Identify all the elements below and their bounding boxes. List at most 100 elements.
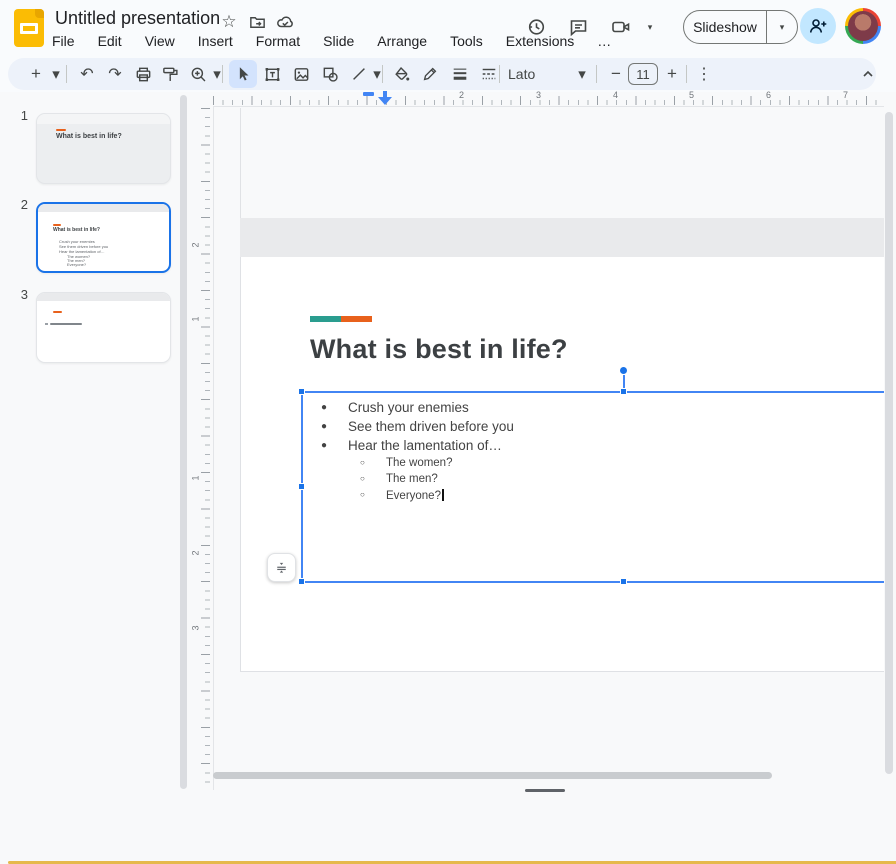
rotation-handle[interactable] xyxy=(619,366,628,375)
menu-arrange[interactable]: Arrange xyxy=(377,33,427,49)
bullet-line[interactable]: See them driven before you xyxy=(348,419,514,434)
thumb-accent-dash xyxy=(53,224,61,226)
notes-resize-handle[interactable] xyxy=(525,789,565,792)
resize-handle-bottom-mid[interactable] xyxy=(620,578,627,585)
camera-caret-icon[interactable]: ▾ xyxy=(637,14,663,40)
decrease-font-size-button[interactable]: − xyxy=(604,62,628,86)
bullet-icon: ● xyxy=(321,421,327,432)
slides-app-icon[interactable] xyxy=(14,9,44,47)
print-button[interactable] xyxy=(131,62,155,86)
resize-handle-bottom-left[interactable] xyxy=(298,578,305,585)
hide-menus-button[interactable] xyxy=(856,62,880,86)
slide-canvas[interactable] xyxy=(240,218,884,672)
v-ruler-number: 2 xyxy=(191,242,201,247)
share-person-add-button[interactable] xyxy=(800,8,836,44)
thumb-title: What is best in life? xyxy=(53,227,100,233)
menu-edit[interactable]: Edit xyxy=(98,33,122,49)
more-options-button[interactable]: ⋮ xyxy=(692,62,716,86)
toolbar-divider xyxy=(66,65,67,83)
h-ruler-number: 5 xyxy=(689,90,694,100)
left-indent-marker[interactable] xyxy=(378,97,392,105)
h-ruler-number: 4 xyxy=(613,90,618,100)
meet-camera-icon[interactable] xyxy=(608,14,634,40)
slideshow-button[interactable]: Slideshow xyxy=(684,11,767,43)
menu-insert[interactable]: Insert xyxy=(198,33,233,49)
menu-format[interactable]: Format xyxy=(256,33,300,49)
h-ruler-number: 3 xyxy=(536,90,541,100)
insert-shape-button[interactable] xyxy=(318,62,342,86)
menu-slide[interactable]: Slide xyxy=(323,33,354,49)
h-ruler-number: 7 xyxy=(843,90,848,100)
font-family-select[interactable]: Lato xyxy=(508,62,568,86)
avatar-photo xyxy=(848,11,878,41)
selection-border-top[interactable] xyxy=(302,391,884,393)
font-size-input[interactable]: 11 xyxy=(628,63,658,85)
canvas-frame-top xyxy=(213,106,884,107)
slide-thumbnail-1[interactable]: What is best in life? xyxy=(36,113,171,184)
horizontal-ruler-major-ticks xyxy=(213,96,884,105)
resize-handle-top-left[interactable] xyxy=(298,388,305,395)
star-icon[interactable]: ☆ xyxy=(219,12,239,32)
border-weight-button[interactable] xyxy=(448,62,472,86)
line-caret-icon[interactable]: ▾ xyxy=(365,62,389,86)
menu-file[interactable]: File xyxy=(52,33,75,49)
h-ruler-number: 2 xyxy=(459,90,464,100)
paint-format-button[interactable] xyxy=(158,62,182,86)
toolbar-divider xyxy=(499,65,500,83)
text-box-button[interactable] xyxy=(260,62,284,86)
toolbar-divider xyxy=(686,65,687,83)
v-ruler-number: 2 xyxy=(191,550,201,555)
bullet-line[interactable]: Everyone? xyxy=(386,489,444,502)
bullet-hollow-icon: ○ xyxy=(360,490,365,499)
resize-handle-top-mid[interactable] xyxy=(620,388,627,395)
insert-image-button[interactable] xyxy=(289,62,313,86)
move-to-folder-icon[interactable] xyxy=(247,12,267,32)
font-caret-icon[interactable]: ▾ xyxy=(570,62,594,86)
bullet-line[interactable]: Hear the lamentation of… xyxy=(348,438,502,453)
bullet-line[interactable]: The men? xyxy=(386,473,438,485)
border-dash-button[interactable] xyxy=(477,62,501,86)
cloud-status-icon[interactable] xyxy=(275,12,295,32)
thumb-accent-dash xyxy=(56,129,66,131)
redo-button[interactable]: ↷ xyxy=(103,62,127,86)
page-edge-guide xyxy=(240,108,241,218)
canvas-frame-left xyxy=(213,106,214,790)
slide-thumbnail-3[interactable] xyxy=(36,292,171,363)
new-slide-caret-icon[interactable]: ▾ xyxy=(44,62,68,86)
menu-view[interactable]: View xyxy=(145,33,175,49)
slideshow-caret-icon[interactable]: ▾ xyxy=(767,22,797,33)
selection-border-bottom[interactable] xyxy=(302,581,884,583)
account-avatar[interactable] xyxy=(845,8,881,44)
slide-accent-bar[interactable] xyxy=(310,316,372,322)
vertical-align-widget[interactable] xyxy=(267,553,296,582)
thumb-text-line xyxy=(50,323,82,326)
slide-header-band[interactable] xyxy=(240,218,884,257)
canvas-horizontal-scrollbar[interactable] xyxy=(213,772,772,779)
resize-handle-left-mid[interactable] xyxy=(298,483,305,490)
menu-tools[interactable]: Tools xyxy=(450,33,483,49)
filmstrip-scrollbar[interactable] xyxy=(180,95,187,789)
bullet-line[interactable]: The women? xyxy=(386,457,452,469)
border-color-button[interactable] xyxy=(418,62,442,86)
first-line-indent-marker[interactable] xyxy=(363,92,374,96)
thumb-header-band xyxy=(38,204,169,212)
version-history-icon[interactable] xyxy=(523,14,549,40)
toolbar-divider xyxy=(382,65,383,83)
slides-icon-rect xyxy=(20,23,38,34)
text-cursor xyxy=(442,489,444,501)
canvas-vertical-scrollbar[interactable] xyxy=(885,112,893,774)
slide-title[interactable]: What is best in life? xyxy=(310,334,568,365)
comments-icon[interactable] xyxy=(565,14,591,40)
toolbar-divider xyxy=(596,65,597,83)
zoom-caret-icon[interactable]: ▾ xyxy=(205,62,229,86)
undo-button[interactable]: ↶ xyxy=(75,62,99,86)
increase-font-size-button[interactable]: + xyxy=(660,62,684,86)
bullet-icon: ● xyxy=(321,402,327,413)
slides-icon-fold xyxy=(35,9,44,18)
slideshow-button-group: Slideshow ▾ xyxy=(683,10,798,44)
select-tool-button[interactable] xyxy=(229,60,257,88)
bullet-line[interactable]: Crush your enemies xyxy=(348,400,469,415)
slide-thumbnail-2[interactable]: What is best in life? Crush your enemies… xyxy=(36,202,171,273)
document-title[interactable]: Untitled presentation xyxy=(55,8,220,29)
fill-color-button[interactable] xyxy=(389,62,413,86)
